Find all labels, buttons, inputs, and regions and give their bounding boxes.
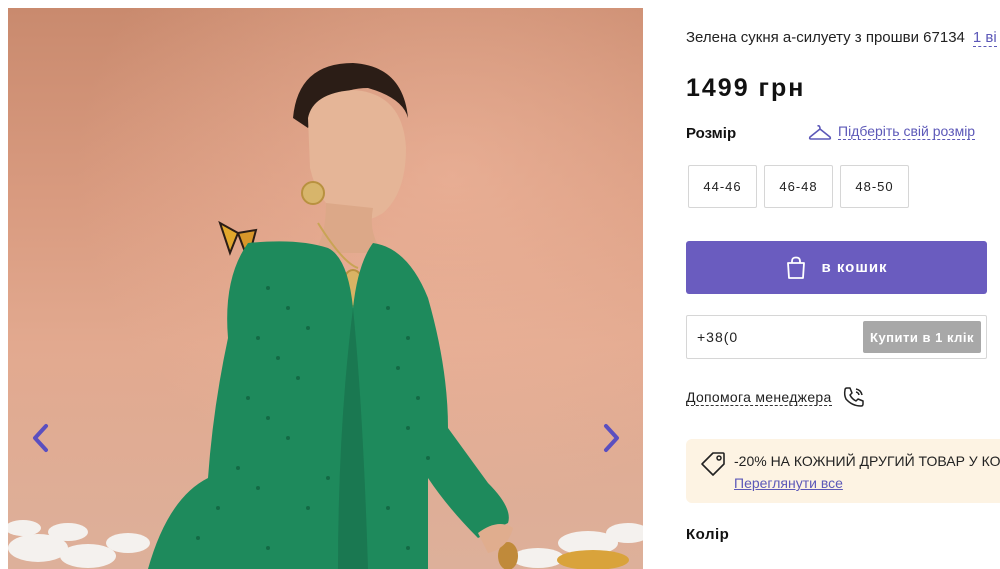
manager-help-link[interactable]: Допомога менеджера xyxy=(686,385,866,409)
size-option[interactable]: 48-50 xyxy=(840,165,909,208)
product-photo xyxy=(8,63,643,569)
product-info: Зелена сукня а-силуету з прошви 67134 1 в… xyxy=(686,0,1000,569)
buy-one-click-button[interactable]: Купити в 1 клік xyxy=(863,321,981,353)
prev-image-button[interactable] xyxy=(22,416,58,460)
manager-help-label: Допомога менеджера xyxy=(686,388,832,406)
add-to-cart-label: в кошик xyxy=(821,259,888,276)
promo-view-all-link[interactable]: Переглянути все xyxy=(734,475,843,491)
phone-icon xyxy=(843,387,864,407)
promo-text: -20% НА КОЖНИЙ ДРУГИЙ ТОВАР У КОШ xyxy=(734,453,1000,469)
phone-input[interactable] xyxy=(687,329,857,345)
product-title: Зелена сукня а-силуету з прошви 67134 xyxy=(686,29,965,46)
shopping-bag-icon xyxy=(787,256,806,279)
product-title-row: Зелена сукня а-силуету з прошви 67134 1 в… xyxy=(686,29,997,47)
size-guide-link[interactable]: Підберіть свій розмір xyxy=(808,123,976,140)
price-tag-icon xyxy=(701,452,725,476)
size-options: 44-46 46-48 48-50 xyxy=(688,165,909,208)
size-option[interactable]: 46-48 xyxy=(764,165,833,208)
promo-banner: -20% НА КОЖНИЙ ДРУГИЙ ТОВАР У КОШ Перегл… xyxy=(686,439,1000,503)
one-click-form: Купити в 1 клік xyxy=(686,315,987,359)
add-to-cart-button[interactable]: в кошик xyxy=(686,241,987,294)
chevron-right-icon xyxy=(604,424,619,452)
product-gallery xyxy=(8,8,643,569)
chevron-left-icon xyxy=(33,424,48,452)
color-label: Колір xyxy=(686,526,730,543)
size-guide-label: Підберіть свій розмір xyxy=(838,123,976,140)
product-price: 1499 грн xyxy=(686,74,806,102)
reviews-link[interactable]: 1 ві xyxy=(972,29,997,47)
size-option[interactable]: 44-46 xyxy=(688,165,757,208)
next-image-button[interactable] xyxy=(594,416,630,460)
hanger-icon xyxy=(808,124,832,140)
size-label: Розмір xyxy=(686,125,737,142)
